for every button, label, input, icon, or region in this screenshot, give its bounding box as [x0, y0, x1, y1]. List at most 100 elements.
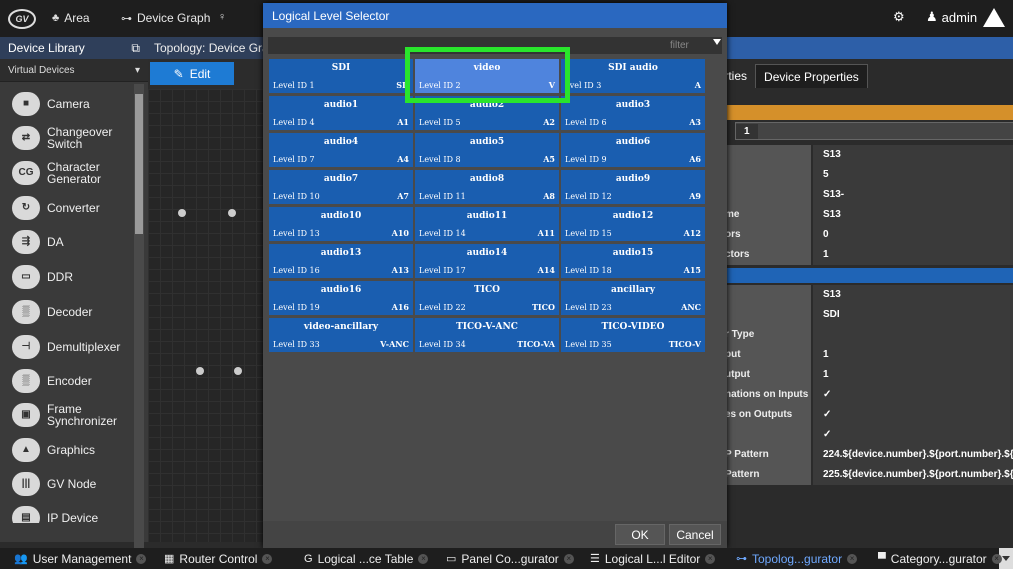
sidebar-item-converter[interactable]: ↻ Converter	[0, 191, 134, 225]
task-tab-logical-ce-table[interactable]: G Logical ...ce Table ×	[304, 548, 429, 569]
close-tab-icon[interactable]: ×	[991, 553, 1002, 564]
level-tile-tico[interactable]: TICO Level ID 22 TICO	[415, 281, 559, 315]
sidebar-item-decoder[interactable]: ▒ Decoder	[0, 295, 134, 329]
level-code: A12	[683, 228, 701, 238]
property-value[interactable]: 1	[813, 365, 1013, 385]
level-tile-video-ancillary[interactable]: video-ancillary Level ID 33 V-ANC	[269, 318, 413, 352]
sidebar-item-frame-synchronizer[interactable]: ▣ Frame Synchronizer	[0, 398, 134, 432]
level-tile-audio15[interactable]: audio15 Level ID 18 A15	[561, 244, 705, 278]
user-menu[interactable]: ♟ admin	[926, 9, 977, 25]
area-menu[interactable]: ♣ Area	[52, 11, 90, 25]
device-type-select[interactable]: Virtual Devices ▾	[0, 59, 148, 82]
level-tile-audio13[interactable]: audio13 Level ID 16 A13	[269, 244, 413, 278]
level-tile-audio3[interactable]: audio3 Level ID 6 A3	[561, 96, 705, 130]
property-value[interactable]: SDI	[813, 305, 1013, 325]
alert-triangle-icon[interactable]	[983, 8, 1005, 27]
category-icon: ▀	[878, 552, 886, 565]
property-value[interactable]: 1	[813, 245, 1013, 265]
topology-canvas[interactable]	[148, 89, 265, 542]
level-tile-audio4[interactable]: audio4 Level ID 7 A4	[269, 133, 413, 167]
level-tile-audio5[interactable]: audio5 Level ID 8 A5	[415, 133, 559, 167]
scroll-thumb[interactable]	[135, 94, 143, 234]
number-field[interactable]: 1	[735, 122, 1013, 140]
property-value[interactable]: 1	[813, 345, 1013, 365]
level-code: A16	[391, 302, 409, 312]
filter-funnel-icon[interactable]	[713, 39, 721, 45]
cancel-button[interactable]: Cancel	[669, 524, 721, 545]
level-tile-audio14[interactable]: audio14 Level ID 17 A14	[415, 244, 559, 278]
level-tile-video[interactable]: video Level ID 2 V	[415, 59, 559, 93]
task-tab-topolog-gurator[interactable]: ⊶ Topolog...gurator ×	[736, 548, 858, 569]
graph-node[interactable]	[234, 367, 242, 375]
collapse-panel-icon[interactable]: ⧉	[131, 41, 140, 56]
task-tab-panel-co-gurator[interactable]: ▭ Panel Co...gurator ×	[446, 548, 574, 569]
level-tile-audio9[interactable]: audio9 Level ID 12 A9	[561, 170, 705, 204]
level-tile-audio16[interactable]: audio16 Level ID 19 A16	[269, 281, 413, 315]
property-value[interactable]: S13	[813, 285, 1013, 305]
level-tile-audio8[interactable]: audio8 Level ID 11 A8	[415, 170, 559, 204]
property-value[interactable]: S13-	[813, 185, 1013, 205]
settings-gear-icon[interactable]: ⚙	[893, 9, 905, 25]
sidebar-item-ddr[interactable]: ▭ DDR	[0, 260, 134, 294]
level-tile-tico-video[interactable]: TICO-VIDEO Level ID 35 TICO-V	[561, 318, 705, 352]
close-tab-icon[interactable]: ×	[136, 553, 147, 564]
property-value[interactable]: 225.${device.number}.${port.number}.${s	[813, 465, 1013, 485]
topology-title: Topology: Device Gra	[148, 37, 265, 59]
property-value[interactable]: ✓	[813, 385, 1013, 405]
property-value[interactable]: 0	[813, 225, 1013, 245]
sidebar-item-encoder[interactable]: ▒ Encoder	[0, 364, 134, 398]
sidebar-scrollbar[interactable]	[134, 84, 144, 569]
property-value[interactable]: ✓	[813, 425, 1013, 445]
sidebar-item-label: Camera	[47, 97, 90, 111]
filter-input[interactable]: filter	[268, 37, 722, 54]
level-tile-audio6[interactable]: audio6 Level ID 9 A6	[561, 133, 705, 167]
level-tile-ancillary[interactable]: ancillary Level ID 23 ANC	[561, 281, 705, 315]
gvnode-icon: |||	[12, 472, 40, 496]
property-value[interactable]: 224.${device.number}.${port.number}.${s	[813, 445, 1013, 465]
ok-button[interactable]: OK	[615, 524, 665, 545]
level-id: Level ID 1	[273, 81, 315, 90]
close-tab-icon[interactable]: ×	[847, 553, 858, 564]
level-tile-tico-v-anc[interactable]: TICO-V-ANC Level ID 34 TICO-VA	[415, 318, 559, 352]
edit-button[interactable]: ✎ Edit	[150, 62, 234, 85]
level-tile-audio2[interactable]: audio2 Level ID 5 A2	[415, 96, 559, 130]
level-code: A3	[689, 117, 701, 127]
sidebar-item-camera[interactable]: ■ Camera	[0, 87, 134, 121]
property-value[interactable]: ✓	[813, 405, 1013, 425]
graph-node[interactable]	[196, 367, 204, 375]
sidebar-item-graphics[interactable]: ▲ Graphics	[0, 433, 134, 467]
graph-node[interactable]	[178, 209, 186, 217]
property-value[interactable]: S13	[813, 205, 1013, 225]
sidebar-item-changeover-switch[interactable]: ⇄ Changeover Switch	[0, 121, 134, 155]
hint-bulb-icon[interactable]: ♀	[218, 11, 226, 23]
property-value[interactable]: 5	[813, 165, 1013, 185]
sidebar-item-da[interactable]: ⇶ DA	[0, 225, 134, 259]
level-tile-audio11[interactable]: audio11 Level ID 14 A11	[415, 207, 559, 241]
property-value[interactable]	[813, 325, 1013, 345]
task-tab-logical-l-l-editor[interactable]: ☰ Logical L...l Editor ×	[590, 548, 716, 569]
close-tab-icon[interactable]: ×	[418, 553, 429, 564]
task-tab-user-management[interactable]: 👥 User Management ×	[14, 548, 147, 569]
tab-device-properties[interactable]: Device Properties	[755, 64, 868, 88]
device-graph-menu[interactable]: ⊶ Device Graph	[121, 11, 210, 25]
level-tile-audio7[interactable]: audio7 Level ID 10 A7	[269, 170, 413, 204]
close-tab-icon[interactable]: ×	[563, 553, 574, 564]
sidebar-item-demultiplexer[interactable]: ⊣ Demultiplexer	[0, 330, 134, 364]
level-name: audio11	[466, 211, 508, 221]
task-tab-category-gurator[interactable]: ▀ Category...gurator ×	[878, 548, 1002, 569]
level-tile-audio1[interactable]: audio1 Level ID 4 A1	[269, 96, 413, 130]
property-row: put 1	[703, 345, 1013, 365]
sidebar-item-ip-device[interactable]: ▤ IP Device	[0, 501, 134, 523]
graph-node[interactable]	[228, 209, 236, 217]
level-tile-audio12[interactable]: audio12 Level ID 15 A12	[561, 207, 705, 241]
task-tab-router-control[interactable]: ▦ Router Control ×	[164, 548, 273, 569]
level-tile-sdi[interactable]: SDI Level ID 1 SD	[269, 59, 413, 93]
close-tab-icon[interactable]: ×	[705, 553, 716, 564]
level-tile-audio10[interactable]: audio10 Level ID 13 A10	[269, 207, 413, 241]
property-value[interactable]: S13	[813, 145, 1013, 165]
gv-logo[interactable]: GV	[8, 9, 36, 29]
level-tile-sdi-audio[interactable]: SDI audio evel ID 3 A	[561, 59, 705, 93]
sidebar-item-character-generator[interactable]: CG Character Generator	[0, 156, 134, 190]
sidebar-item-gv-node[interactable]: ||| GV Node	[0, 467, 134, 501]
close-tab-icon[interactable]: ×	[262, 553, 273, 564]
